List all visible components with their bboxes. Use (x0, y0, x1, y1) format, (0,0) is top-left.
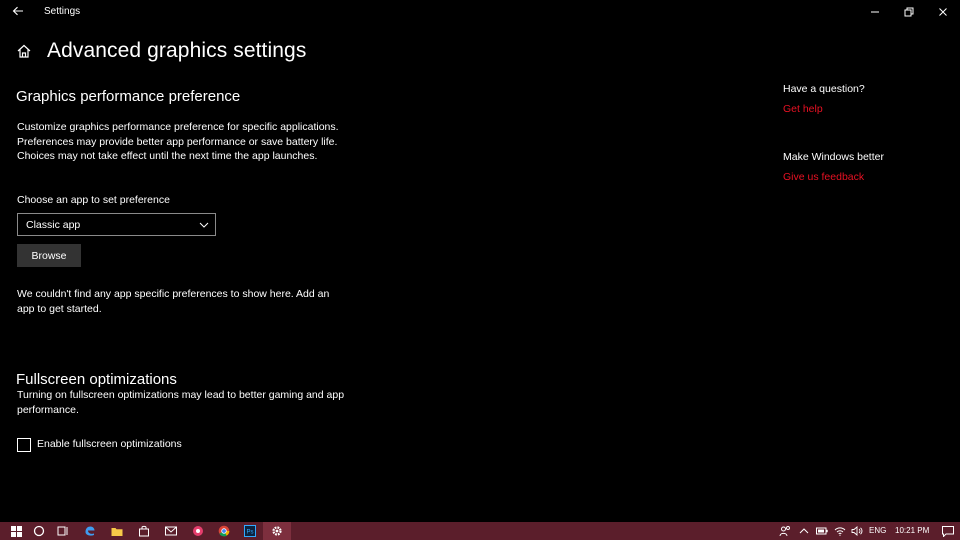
app-icon (193, 526, 203, 536)
volume-button[interactable] (849, 522, 865, 540)
restore-icon (904, 7, 914, 17)
have-question-heading: Have a question? (783, 83, 865, 95)
window-title: Settings (44, 6, 81, 17)
home-button[interactable] (16, 43, 34, 61)
edge-icon (85, 526, 95, 536)
fullscreen-description: Turning on fullscreen optimizations may … (17, 389, 345, 416)
folder-icon (111, 527, 123, 536)
store-bag-icon (139, 525, 149, 537)
file-explorer-button[interactable] (106, 522, 128, 540)
settings-taskbar-button[interactable] (263, 522, 291, 540)
task-view-button[interactable] (52, 522, 74, 540)
restore-button[interactable] (892, 0, 926, 24)
battery-button[interactable] (814, 522, 830, 540)
settings-window: Settings Advanced graphics settings Grap… (0, 0, 960, 522)
photoshop-icon: Ps (244, 525, 256, 537)
chevron-up-icon (799, 528, 809, 534)
back-arrow-icon (12, 6, 23, 16)
give-feedback-link[interactable]: Give us feedback (783, 171, 864, 183)
people-button[interactable] (776, 522, 794, 540)
window-controls (858, 0, 960, 24)
chrome-icon (218, 525, 230, 537)
taskbar: Ps ENG 10:21 PM (0, 522, 960, 540)
people-icon (779, 526, 790, 537)
gear-icon (272, 526, 282, 536)
input-language-indicator[interactable]: ENG (869, 526, 886, 535)
home-icon (17, 44, 31, 58)
make-windows-better-heading: Make Windows better (783, 151, 884, 163)
task-view-icon (57, 526, 68, 536)
dropdown-selected-value: Classic app (26, 219, 81, 231)
fullscreen-optimizations-checkbox[interactable] (17, 438, 31, 452)
cortana-icon (33, 525, 45, 537)
volume-icon (851, 526, 863, 536)
windows-logo-icon (10, 525, 22, 537)
fullscreen-section-title: Fullscreen optimizations (16, 371, 177, 388)
graphics-section-title: Graphics performance preference (16, 88, 241, 105)
pinned-app-button[interactable] (187, 522, 209, 540)
battery-icon (816, 527, 828, 535)
start-button[interactable] (2, 522, 30, 540)
get-help-link[interactable]: Get help (783, 103, 823, 115)
empty-preferences-message: We couldn't find any app specific prefer… (17, 288, 330, 315)
mail-button[interactable] (160, 522, 182, 540)
choose-app-label: Choose an app to set preference (17, 194, 170, 206)
store-button[interactable] (133, 522, 155, 540)
title-bar: Settings (0, 0, 960, 24)
svg-text:Ps: Ps (246, 530, 253, 536)
app-type-dropdown[interactable]: Classic app (17, 213, 216, 236)
close-icon (939, 8, 947, 16)
cortana-button[interactable] (28, 522, 50, 540)
minimize-icon (871, 11, 879, 13)
close-button[interactable] (926, 0, 960, 24)
taskbar-clock[interactable]: 10:21 PM (895, 526, 929, 535)
wifi-icon (834, 527, 846, 536)
minimize-button[interactable] (858, 0, 892, 24)
edge-button[interactable] (79, 522, 101, 540)
page-title: Advanced graphics settings (47, 39, 307, 62)
notification-icon (942, 525, 954, 537)
action-center-button[interactable] (938, 522, 958, 540)
mail-icon (165, 526, 177, 536)
chrome-button[interactable] (213, 522, 235, 540)
photoshop-button[interactable]: Ps (239, 522, 261, 540)
network-button[interactable] (832, 522, 848, 540)
browse-button[interactable]: Browse (17, 244, 81, 267)
show-hidden-icons-button[interactable] (796, 522, 812, 540)
fullscreen-checkbox-label[interactable]: Enable fullscreen optimizations (37, 438, 182, 450)
graphics-description: Customize graphics performance preferenc… (17, 121, 339, 162)
chevron-down-icon (199, 222, 209, 228)
back-button[interactable] (8, 2, 28, 20)
